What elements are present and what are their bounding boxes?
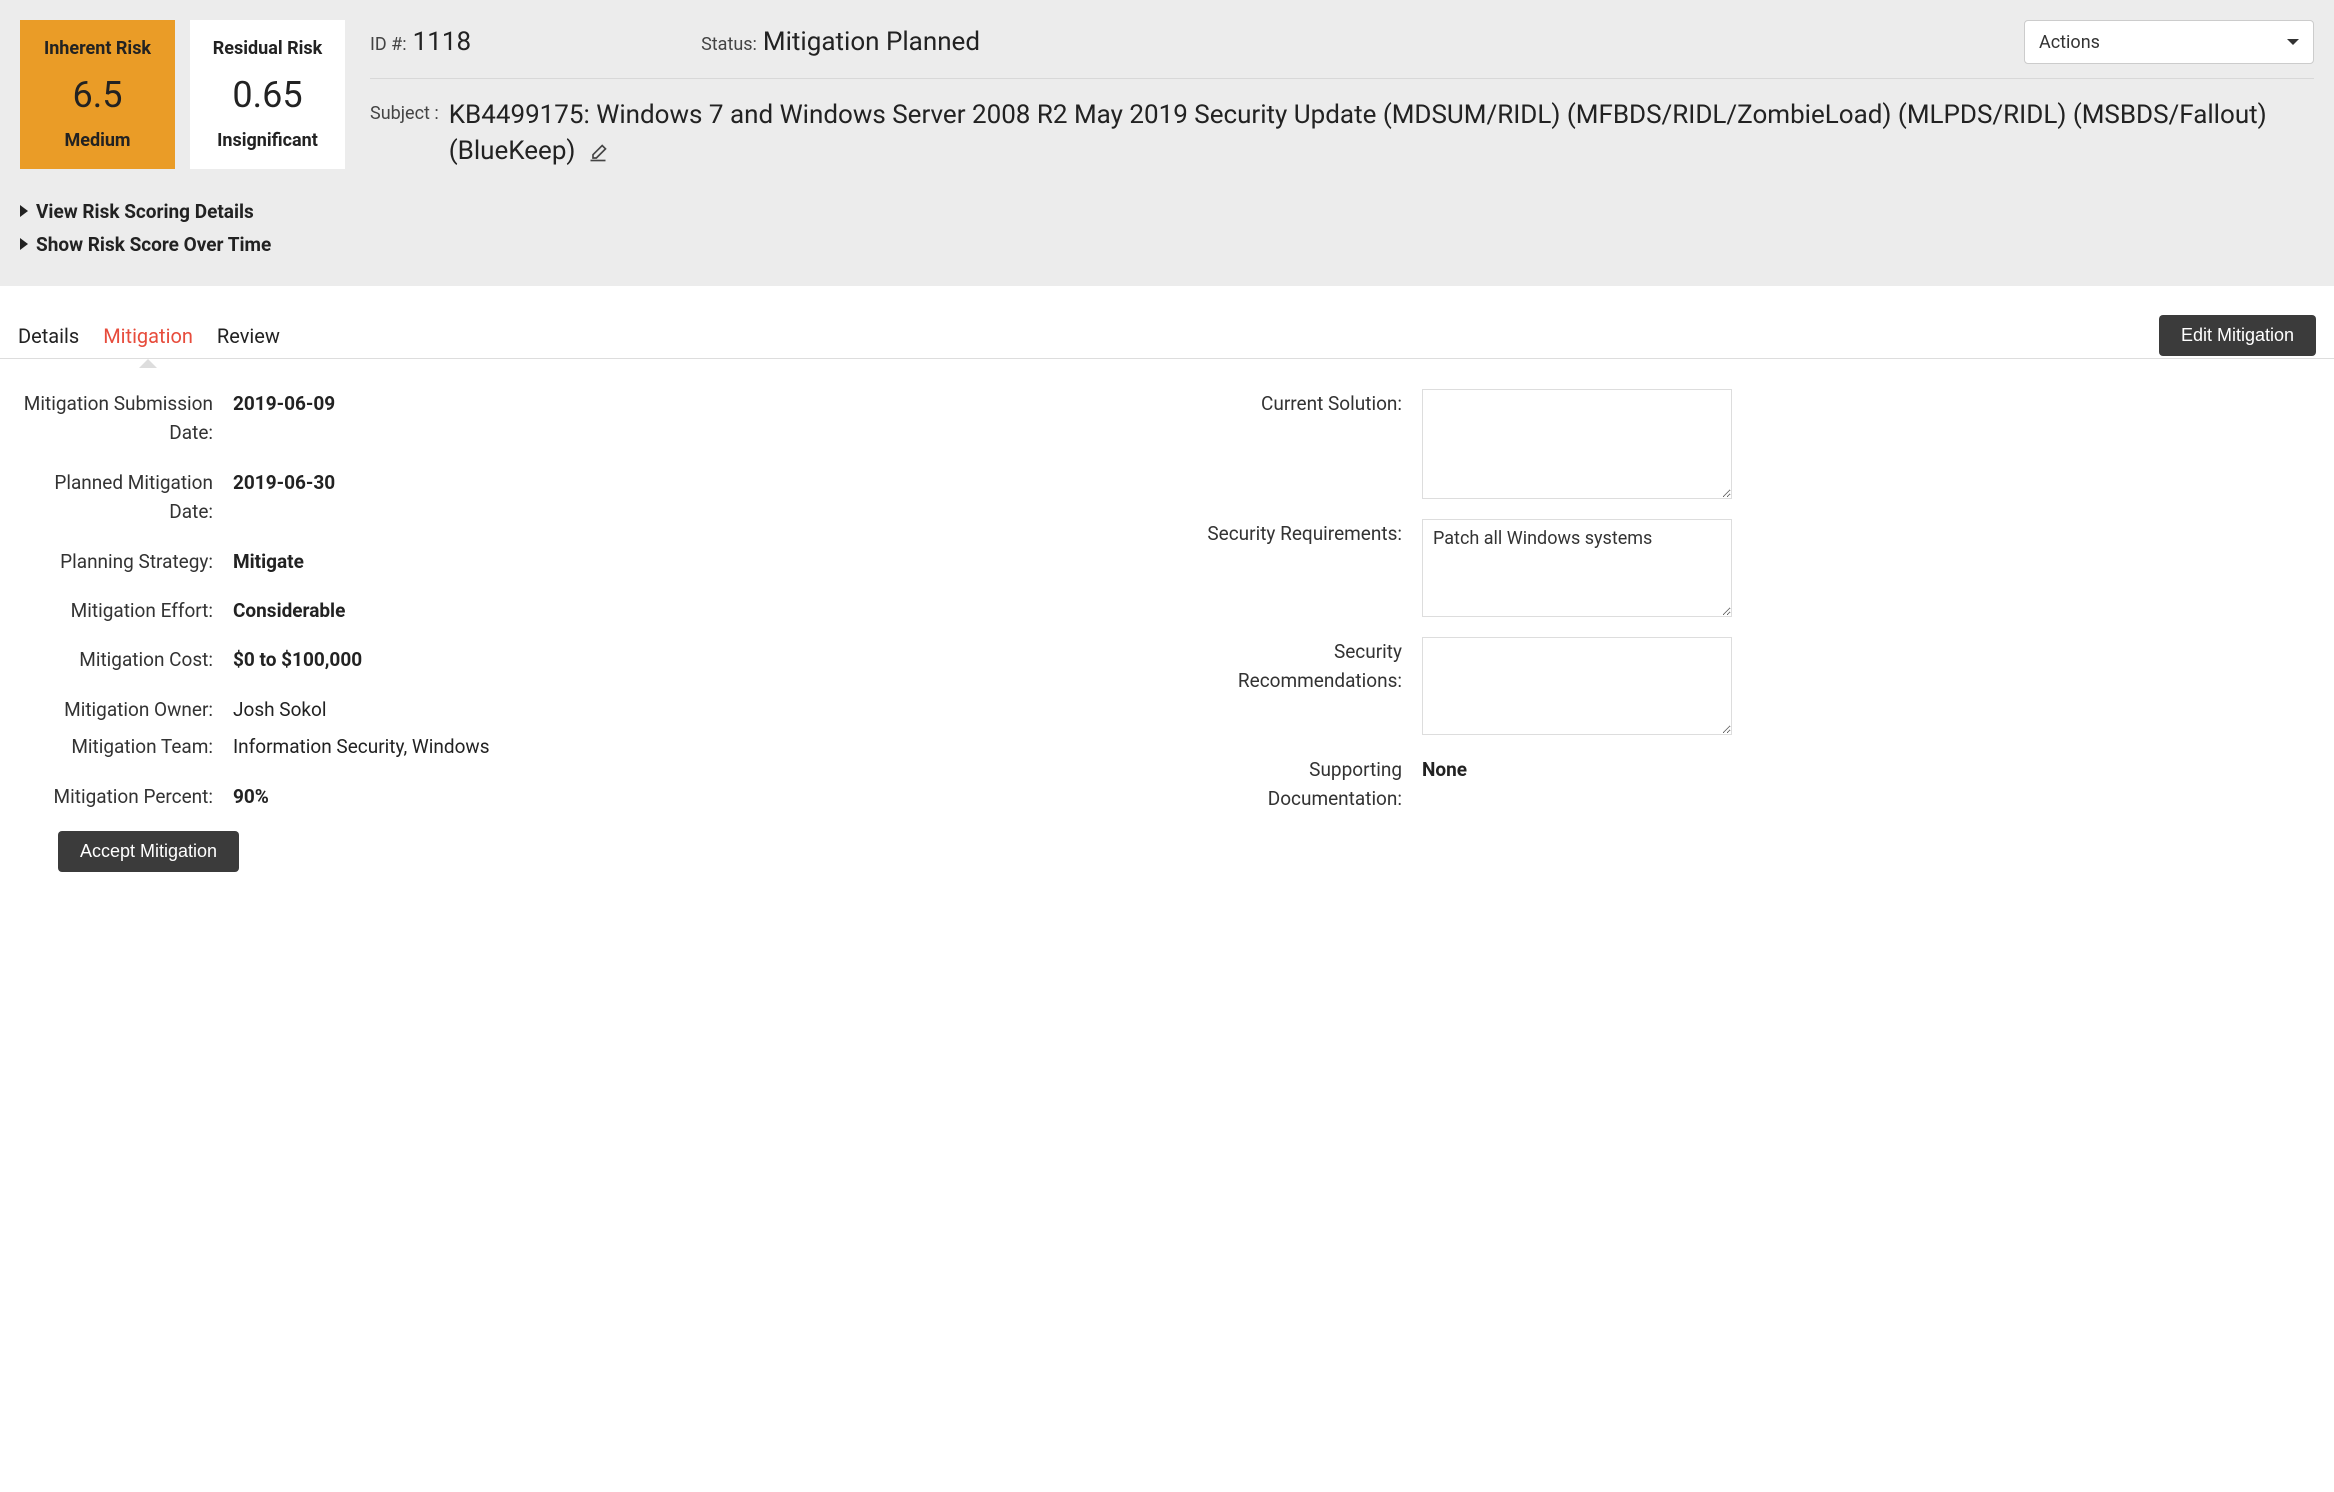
id-block: ID #: 1118 (370, 27, 471, 57)
actions-dropdown[interactable]: Actions (2024, 20, 2314, 64)
supporting-documentation-label: Supporting Documentation: (1182, 755, 1422, 814)
tab-details[interactable]: Details (18, 314, 79, 358)
security-requirements-textarea[interactable] (1422, 519, 1732, 617)
subject-value: KB4499175: Windows 7 and Windows Server … (449, 97, 2314, 170)
edit-mitigation-button[interactable]: Edit Mitigation (2159, 315, 2316, 356)
current-solution-textarea[interactable] (1422, 389, 1732, 499)
residual-risk-score: 0.65 (232, 74, 302, 116)
accept-mitigation-button[interactable]: Accept Mitigation (58, 831, 239, 872)
planning-strategy-label: Planning Strategy: (18, 547, 233, 576)
submission-date-value: 2019-06-09 (233, 389, 335, 418)
mitigation-team-value: Information Security, Windows (233, 732, 490, 761)
edit-subject-icon[interactable] (582, 136, 608, 166)
planned-date-label: Planned Mitigation Date: (18, 468, 233, 527)
security-recommendations-label: Security Recommendations: (1182, 637, 1422, 696)
supporting-documentation-value: None (1422, 755, 1467, 784)
tab-mitigation[interactable]: Mitigation (103, 314, 193, 358)
inherent-risk-title: Inherent Risk (44, 38, 151, 59)
view-scoring-details-link[interactable]: View Risk Scoring Details (20, 200, 2314, 223)
mitigation-cost-label: Mitigation Cost: (18, 645, 233, 674)
current-solution-label: Current Solution: (1182, 389, 1422, 418)
subject-text: KB4499175: Windows 7 and Windows Server … (449, 100, 2267, 166)
residual-risk-level: Insignificant (217, 130, 318, 151)
right-column: Current Solution: Security Requirements:… (1182, 389, 2316, 872)
mitigation-percent-label: Mitigation Percent: (18, 782, 233, 811)
caret-right-icon (20, 205, 28, 217)
id-label: ID #: (370, 34, 407, 55)
actions-dropdown-label: Actions (2039, 32, 2100, 53)
security-requirements-label: Security Requirements: (1182, 519, 1422, 548)
planned-date-value: 2019-06-30 (233, 468, 335, 497)
security-recommendations-textarea[interactable] (1422, 637, 1732, 735)
mitigation-team-label: Mitigation Team: (18, 732, 233, 761)
mitigation-effort-value: Considerable (233, 596, 345, 625)
mitigation-effort-label: Mitigation Effort: (18, 596, 233, 625)
header-area: Inherent Risk 6.5 Medium Residual Risk 0… (0, 0, 2334, 286)
left-column: Mitigation Submission Date: 2019-06-09 P… (18, 389, 1152, 872)
submission-date-label: Mitigation Submission Date: (18, 389, 233, 448)
tab-bar: Details Mitigation Review Edit Mitigatio… (0, 314, 2334, 359)
show-score-over-time-link[interactable]: Show Risk Score Over Time (20, 233, 2314, 256)
residual-risk-title: Residual Risk (213, 38, 323, 59)
caret-down-icon (2287, 39, 2299, 45)
subject-label: Subject : (370, 97, 439, 124)
view-scoring-details-label: View Risk Scoring Details (36, 200, 254, 223)
inherent-risk-card: Inherent Risk 6.5 Medium (20, 20, 175, 169)
status-block: Status: Mitigation Planned (701, 27, 980, 57)
mitigation-owner-label: Mitigation Owner: (18, 695, 233, 724)
tab-review[interactable]: Review (217, 314, 280, 358)
mitigation-percent-value: 90% (233, 782, 269, 811)
status-value: Mitigation Planned (763, 27, 980, 57)
inherent-risk-score: 6.5 (73, 74, 123, 116)
planning-strategy-value: Mitigate (233, 547, 304, 576)
caret-right-icon (20, 238, 28, 250)
status-label: Status: (701, 34, 757, 55)
mitigation-owner-value: Josh Sokol (233, 695, 327, 724)
inherent-risk-level: Medium (64, 130, 130, 151)
mitigation-cost-value: $0 to $100,000 (233, 645, 362, 674)
residual-risk-card: Residual Risk 0.65 Insignificant (190, 20, 345, 169)
id-value: 1118 (413, 27, 471, 57)
show-score-over-time-label: Show Risk Score Over Time (36, 233, 271, 256)
